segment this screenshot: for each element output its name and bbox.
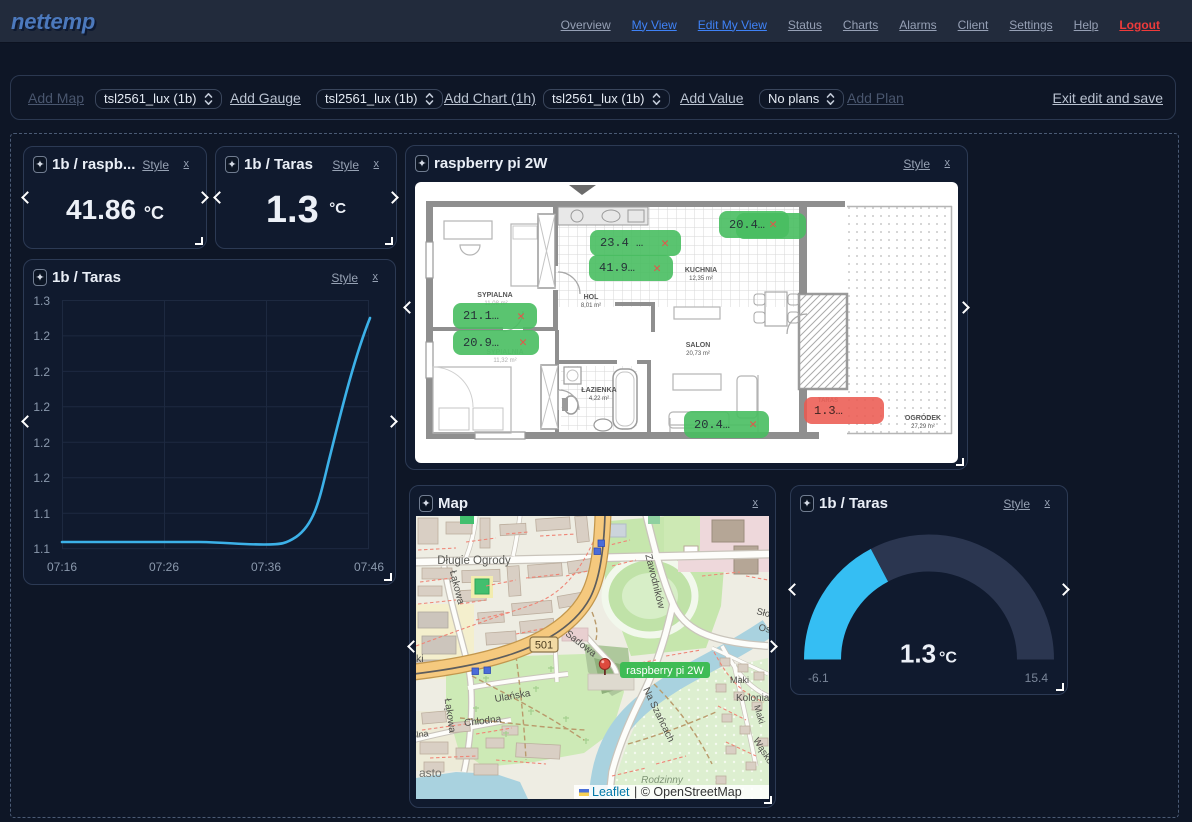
svg-text:OGRÓDEK: OGRÓDEK: [905, 413, 941, 422]
svg-text:ki: ki: [416, 653, 424, 665]
svg-text:12,35 m²: 12,35 m²: [689, 276, 713, 282]
svg-text:| © OpenStreetMap: | © OpenStreetMap: [634, 785, 742, 799]
svg-text:Długie Ogrody: Długie Ogrody: [437, 555, 511, 567]
svg-text:1.2: 1.2: [33, 365, 50, 379]
svg-text:20,73 m²: 20,73 m²: [686, 351, 710, 357]
svg-text:501: 501: [535, 640, 553, 652]
svg-text:4,22 m²: 4,22 m²: [589, 396, 609, 402]
svg-text:1.2: 1.2: [33, 329, 50, 343]
svg-text:07:46: 07:46: [354, 560, 384, 574]
svg-text:8,01 m²: 8,01 m²: [581, 303, 601, 309]
svg-text:07:36: 07:36: [251, 560, 281, 574]
svg-text:1.3: 1.3: [900, 639, 936, 669]
svg-text:KUCHNIA: KUCHNIA: [685, 267, 717, 274]
svg-text:asto: asto: [419, 766, 442, 780]
svg-text:ŁAZIENKA: ŁAZIENKA: [581, 387, 616, 394]
svg-text:1.2: 1.2: [33, 436, 50, 450]
svg-text:1.2: 1.2: [33, 400, 50, 414]
svg-text:Maki: Maki: [730, 675, 749, 685]
svg-text:-6.1: -6.1: [808, 671, 829, 685]
svg-text:11,32 m²: 11,32 m²: [493, 358, 516, 364]
svg-text:07:16: 07:16: [47, 560, 77, 574]
svg-text:SYPIALNA: SYPIALNA: [477, 292, 512, 299]
svg-text:1.1: 1.1: [33, 507, 50, 521]
svg-text:Leaflet: Leaflet: [592, 785, 630, 799]
svg-text:°C: °C: [939, 650, 957, 667]
svg-text:07:26: 07:26: [149, 560, 179, 574]
svg-text:1.1: 1.1: [33, 542, 50, 556]
svg-text:Kolonia Le: Kolonia Le: [736, 693, 769, 704]
svg-text:HOL: HOL: [584, 294, 600, 301]
svg-text:1.3: 1.3: [33, 294, 50, 308]
svg-text:27,29 m²: 27,29 m²: [911, 424, 935, 430]
svg-text:15.4: 15.4: [1025, 671, 1049, 685]
svg-text:raspberry pi 2W: raspberry pi 2W: [626, 665, 704, 677]
svg-text:SALON: SALON: [686, 342, 711, 349]
svg-text:1.2: 1.2: [33, 471, 50, 485]
